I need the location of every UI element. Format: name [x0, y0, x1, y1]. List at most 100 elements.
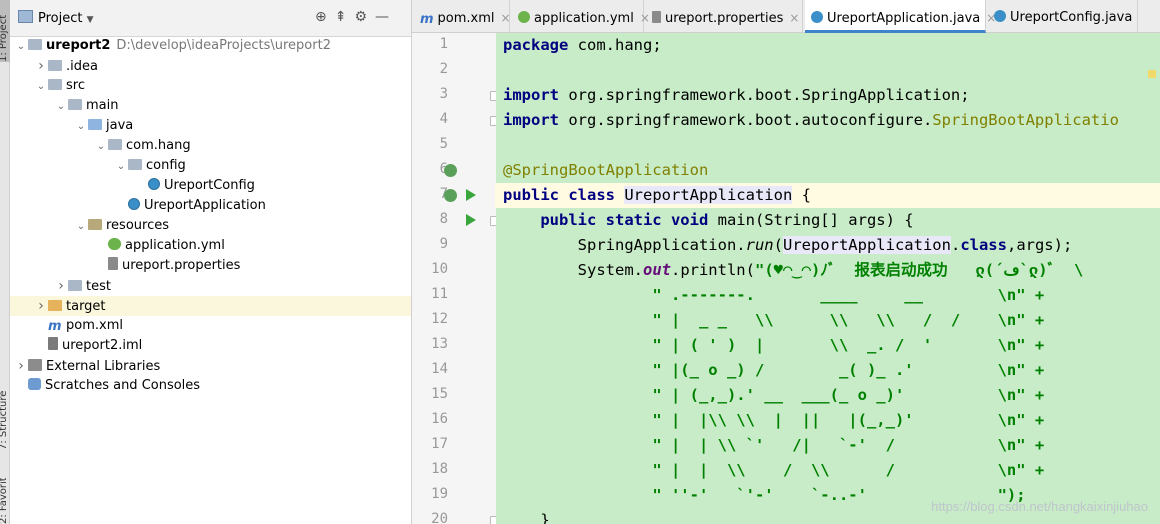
chevron-right-icon[interactable]: › [14, 356, 28, 376]
code-line-9: SpringApplication.run(UreportApplication… [577, 236, 1073, 254]
gutter: 1234567891011121314151617181920 [412, 33, 500, 524]
code-line-3: import org.springframework.boot.SpringAp… [503, 86, 970, 104]
line-number: 14 [431, 361, 448, 377]
tree-item[interactable]: ⌄ main [10, 96, 411, 116]
folder-icon [28, 39, 42, 50]
code-line-4: import org.springframework.boot.autoconf… [503, 111, 1119, 129]
tree-item[interactable]: ureport2.iml [10, 336, 411, 356]
tree-item[interactable]: ⌄ config [10, 156, 411, 176]
project-path: D:\develop\ideaProjects\ureport2 [116, 38, 331, 53]
properties-icon [108, 257, 118, 270]
ascii-art-line: " | |\\ \\ | || |(_,_)' \n" + [652, 411, 1045, 429]
chevron-down-icon[interactable]: ⌄ [114, 157, 128, 177]
line-number: 6 [412, 161, 448, 177]
chevron-down-icon[interactable]: ⌄ [54, 97, 68, 117]
code-line-20: } [503, 511, 550, 524]
tree-item-label: ureport.properties [122, 258, 241, 273]
project-icon [18, 10, 33, 23]
code-area[interactable]: 1234567891011121314151617181920 package … [412, 33, 1160, 524]
tree-item-label: pom.xml [66, 318, 123, 333]
code-lines[interactable]: package com.hang; import org.springframe… [495, 33, 1160, 524]
line-number: 15 [431, 386, 448, 402]
tree-item-label: config [146, 158, 186, 173]
tree-item-label: External Libraries [46, 359, 161, 374]
tab-label: UreportConfig.java [1010, 10, 1133, 25]
code-line-6: @SpringBootApplication [503, 161, 709, 179]
run-icon[interactable] [466, 189, 476, 201]
dropdown-arrow-icon: ▼ [86, 15, 94, 25]
tree-item-label: java [106, 118, 134, 133]
tree-item[interactable]: Scratches and Consoles [10, 376, 411, 396]
iml-icon [48, 337, 58, 350]
ascii-art-line: " | ( ' ) | \\ _. / ' \n" + [652, 336, 1045, 354]
tree-item[interactable]: ureport.properties [10, 256, 411, 276]
gear-icon[interactable]: ⚙ [354, 9, 375, 25]
tree-item[interactable]: UreportApplication [10, 196, 411, 216]
tab-application-yml[interactable]: application.yml × [512, 0, 650, 32]
folder-icon [48, 60, 62, 71]
resources-folder-icon [88, 219, 102, 230]
yaml-icon [108, 238, 121, 250]
tree-item-label: src [66, 78, 85, 93]
maven-icon: m [48, 319, 62, 334]
chevron-right-icon[interactable]: › [34, 296, 48, 316]
tree-item[interactable]: ⌄ java [10, 116, 411, 136]
chevron-down-icon[interactable]: ⌄ [74, 217, 88, 237]
favorites-tool-button[interactable]: 2: Favorites [0, 478, 10, 524]
chevron-right-icon[interactable]: › [54, 276, 68, 296]
project-view-selector[interactable]: Project ▼ [18, 10, 94, 26]
tree-item[interactable]: › .idea [10, 56, 411, 76]
tree-item-label: ureport2.iml [62, 338, 143, 353]
structure-tool-button[interactable]: 7: Structure [0, 380, 10, 450]
project-tool-button[interactable]: 1: Project [0, 0, 10, 62]
locate-icon[interactable]: ⊕ [315, 9, 335, 25]
chevron-down-icon[interactable]: ⌄ [74, 117, 88, 137]
tree-item-label: application.yml [125, 238, 225, 253]
tree-item-label: com.hang [126, 138, 191, 153]
chevron-down-icon[interactable]: ⌄ [14, 37, 28, 57]
chevron-right-icon[interactable]: › [34, 56, 48, 76]
package-icon [128, 159, 142, 170]
run-icon[interactable] [466, 214, 476, 226]
package-icon [108, 139, 122, 150]
tab-label: pom.xml [437, 11, 495, 26]
tree-item[interactable]: › External Libraries [10, 356, 411, 376]
tab-label: UreportApplication.java [827, 11, 981, 26]
hide-icon[interactable]: — [375, 9, 397, 25]
line-number: 11 [431, 286, 448, 302]
inspection-marker[interactable] [1148, 70, 1156, 78]
ascii-art-line: " .-------. ____ __ \n" + [652, 286, 1045, 304]
tree-item[interactable]: m pom.xml [10, 316, 411, 336]
tab-pom-xml[interactable]: m pom.xml × [414, 0, 511, 32]
chevron-down-icon[interactable]: ⌄ [94, 137, 108, 157]
class-icon [148, 178, 160, 190]
spring-bean-icon[interactable] [444, 164, 457, 177]
tree-item-label: .idea [66, 59, 98, 74]
tree-item-label: test [86, 279, 111, 294]
project-panel: Project ▼ ⊕⇞⚙— ⌄ ureport2 D:\develop\ideaP… [10, 0, 412, 524]
tree-item[interactable]: UreportConfig [10, 176, 411, 196]
tab-ureportapplication-java[interactable]: UreportApplication.java × [805, 0, 996, 33]
chevron-down-icon[interactable]: ⌄ [34, 77, 48, 97]
line-number: 13 [431, 336, 448, 352]
line-number: 20 [431, 511, 448, 524]
tree-item[interactable]: application.yml [10, 236, 411, 256]
tree-item[interactable]: › target [10, 296, 411, 316]
tree-item[interactable]: ⌄ src [10, 76, 411, 96]
tree-item[interactable]: ⌄ resources [10, 216, 411, 236]
tab-ureport-properties[interactable]: ureport.properties × [646, 0, 803, 32]
spring-bean-icon[interactable] [444, 189, 457, 202]
collapse-icon[interactable]: ⇞ [335, 9, 355, 25]
tab-ureportconfig-java[interactable]: UreportConfig.java [988, 0, 1138, 32]
code-line-1: package com.hang; [503, 36, 662, 54]
close-icon[interactable]: × [501, 11, 511, 25]
panel-toolbar: ⊕⇞⚙— [315, 9, 397, 25]
line-number: 7 [412, 186, 448, 202]
close-icon[interactable]: × [789, 11, 799, 25]
tree-item-label: ureport2 [46, 38, 111, 53]
tree-item-label: main [86, 98, 119, 113]
line-number: 1 [439, 36, 448, 52]
tree-item[interactable]: ⌄ com.hang [10, 136, 411, 156]
tree-item[interactable]: › test [10, 276, 411, 296]
tree-item[interactable]: ⌄ ureport2 D:\develop\ideaProjects\ureport… [10, 36, 411, 56]
